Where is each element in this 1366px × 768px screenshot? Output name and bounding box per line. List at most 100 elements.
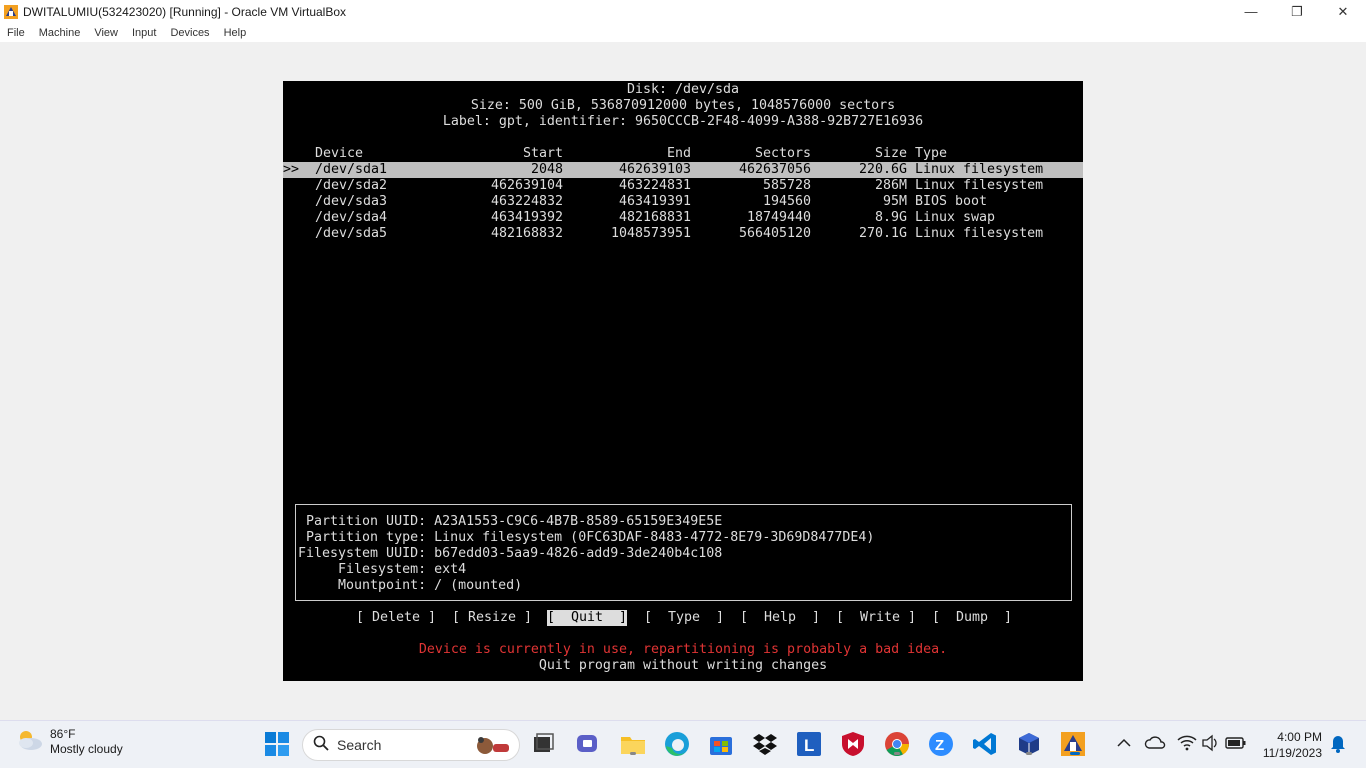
delete-button[interactable]: [ Delete ] bbox=[356, 610, 436, 626]
weather-widget[interactable]: 86°F Mostly cloudy bbox=[14, 727, 123, 757]
info-line: Filesystem: ext4 bbox=[298, 562, 467, 577]
partition-row[interactable]: /dev/sda3 463224832 463419391 194560 95M… bbox=[283, 194, 1083, 210]
col-device: Device bbox=[315, 146, 364, 161]
virtualbox-icon bbox=[3, 4, 19, 20]
cell-sectors: 585728 bbox=[762, 178, 811, 193]
col-sectors: Sectors bbox=[754, 146, 811, 161]
menu-help[interactable]: Help bbox=[217, 27, 254, 39]
partition-row[interactable]: /dev/sda5 482168832 1048573951 566405120… bbox=[283, 226, 1083, 242]
cell-type: BIOS boot bbox=[915, 194, 988, 209]
clock-time: 4:00 PM bbox=[1277, 730, 1322, 744]
cell-start: 463419392 bbox=[490, 210, 563, 225]
cloud-sun-icon bbox=[14, 728, 44, 757]
vm-screen[interactable]: Disk: /dev/sda Size: 500 GiB, 5368709120… bbox=[283, 81, 1083, 681]
type-button[interactable]: [ Type ] bbox=[644, 610, 724, 626]
svg-text:Z: Z bbox=[935, 737, 944, 754]
task-view-icon[interactable] bbox=[530, 731, 556, 757]
cell-device: /dev/sda2 bbox=[315, 178, 388, 193]
vm-running-icon[interactable] bbox=[1060, 731, 1086, 757]
col-end: End bbox=[666, 146, 691, 161]
clock-date: 11/19/2023 bbox=[1262, 746, 1322, 760]
l-app-icon[interactable]: L bbox=[796, 731, 822, 757]
dropbox-icon[interactable] bbox=[752, 731, 778, 757]
cell-sectors: 566405120 bbox=[738, 226, 811, 241]
col-size: Size bbox=[874, 146, 907, 161]
weather-temp: 86°F bbox=[50, 727, 76, 741]
chrome-icon[interactable] bbox=[884, 731, 910, 757]
cell-start: 463224832 bbox=[490, 194, 563, 209]
cell-end: 463419391 bbox=[618, 194, 691, 209]
disk-name: Disk: /dev/sda bbox=[626, 82, 740, 97]
notification-bell-icon[interactable] bbox=[1328, 729, 1348, 762]
wifi-icon[interactable] bbox=[1176, 729, 1198, 762]
chevron-up-icon[interactable] bbox=[1114, 729, 1134, 762]
edge-browser-icon[interactable] bbox=[664, 731, 690, 757]
minimize-button[interactable]: — bbox=[1228, 0, 1274, 23]
battery-icon[interactable] bbox=[1224, 729, 1248, 762]
info-line: Mountpoint: / (mounted) bbox=[298, 578, 523, 593]
onedrive-icon[interactable] bbox=[1144, 729, 1168, 762]
partition-table-header: Device Start End Sectors Size Type bbox=[283, 146, 1083, 162]
close-button[interactable]: ✕ bbox=[1320, 0, 1366, 23]
system-clock[interactable]: 4:00 PM 11/19/2023 bbox=[1263, 729, 1322, 761]
write-button[interactable]: [ Write ] bbox=[836, 610, 916, 626]
cell-type: Linux filesystem bbox=[915, 226, 1044, 241]
menu-view[interactable]: View bbox=[87, 27, 125, 39]
cell-end: 482168831 bbox=[618, 210, 691, 225]
menu-file[interactable]: File bbox=[0, 27, 32, 39]
cell-end: 462639103 bbox=[618, 162, 691, 177]
help-button[interactable]: [ Help ] bbox=[740, 610, 820, 626]
info-line: Partition UUID: A23A1553-C9C6-4B7B-8589-… bbox=[298, 514, 723, 529]
cell-sectors: 18749440 bbox=[746, 210, 811, 225]
cell-device: /dev/sda5 bbox=[315, 226, 388, 241]
menu-input[interactable]: Input bbox=[125, 27, 163, 39]
partition-row[interactable]: /dev/sda4 463419392 482168831 18749440 8… bbox=[283, 210, 1083, 226]
cell-size: 270.1G bbox=[858, 226, 907, 241]
cell-start: 2048 bbox=[530, 162, 563, 177]
info-line: Partition type: Linux filesystem (0FC63D… bbox=[298, 530, 875, 545]
cell-start: 482168832 bbox=[490, 226, 563, 241]
virtualbox-taskbar-icon[interactable] bbox=[1016, 731, 1042, 757]
menu-devices[interactable]: Devices bbox=[163, 27, 216, 39]
cell-start: 462639104 bbox=[490, 178, 563, 193]
zoom-icon[interactable]: Z bbox=[928, 731, 954, 757]
vscode-icon[interactable] bbox=[972, 731, 998, 757]
window-title: DWITALUMIU(532423020) [Running] - Oracle… bbox=[23, 4, 347, 19]
disk-label: Label: gpt, identifier: 9650CCCB-2F48-40… bbox=[442, 114, 924, 129]
cell-device: /dev/sda1 bbox=[315, 162, 388, 177]
col-start: Start bbox=[522, 146, 563, 161]
action-bar: [ Delete ] [ Resize ] [ Quit ] [ Type ] … bbox=[283, 610, 1083, 626]
volume-icon[interactable] bbox=[1200, 729, 1220, 762]
teams-chat-icon[interactable] bbox=[575, 731, 601, 757]
resize-button[interactable]: [ Resize ] bbox=[452, 610, 532, 626]
col-type: Type bbox=[915, 146, 948, 161]
mcafee-icon[interactable] bbox=[840, 731, 866, 757]
menu-machine[interactable]: Machine bbox=[32, 27, 88, 39]
windows-start-icon[interactable] bbox=[264, 731, 290, 757]
quit-button[interactable]: [ Quit ] bbox=[547, 610, 628, 626]
cell-size: 286M bbox=[874, 178, 907, 193]
cell-device: /dev/sda3 bbox=[315, 194, 388, 209]
cell-device: /dev/sda4 bbox=[315, 210, 388, 225]
search-input[interactable]: Search bbox=[302, 729, 520, 761]
disk-size: Size: 500 GiB, 536870912000 bytes, 10485… bbox=[470, 98, 896, 113]
cell-end: 463224831 bbox=[618, 178, 691, 193]
menu-bar: File Machine View Input Devices Help bbox=[0, 23, 1366, 42]
cell-type: Linux filesystem bbox=[915, 162, 1044, 177]
hint-message: Quit program without writing changes bbox=[538, 658, 828, 673]
microsoft-store-icon[interactable] bbox=[708, 731, 734, 757]
dump-button[interactable]: [ Dump ] bbox=[932, 610, 1012, 626]
row-cursor: >> bbox=[283, 162, 300, 177]
taskbar: 86°F Mostly cloudy Search L Z 4:00 PM 11… bbox=[0, 720, 1366, 768]
partition-row-selected[interactable]: >> /dev/sda1 2048 462639103 462637056 22… bbox=[283, 162, 1083, 178]
cell-sectors: 462637056 bbox=[738, 162, 811, 177]
search-placeholder: Search bbox=[337, 737, 382, 753]
search-icon bbox=[313, 735, 329, 756]
file-explorer-icon[interactable] bbox=[620, 731, 646, 757]
cell-end: 1048573951 bbox=[610, 226, 691, 241]
partition-row[interactable]: /dev/sda2 462639104 463224831 585728 286… bbox=[283, 178, 1083, 194]
cell-size: 95M bbox=[882, 194, 907, 209]
info-line: Filesystem UUID: b67edd03-5aa9-4826-add9… bbox=[298, 546, 723, 561]
search-highlight-icon bbox=[469, 732, 513, 765]
restore-button[interactable]: ❐ bbox=[1274, 0, 1320, 23]
